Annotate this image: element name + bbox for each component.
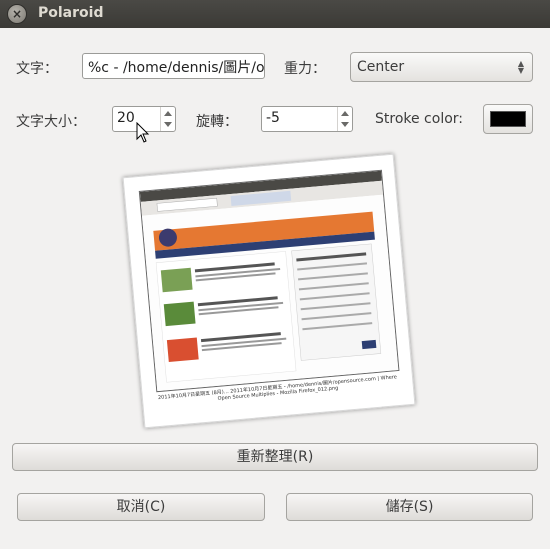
- save-button[interactable]: 儲存(S): [286, 493, 533, 521]
- mouse-cursor-icon: [136, 122, 150, 143]
- close-icon[interactable]: ×: [7, 4, 27, 24]
- text-label: 文字：: [16, 61, 58, 77]
- screenshot-thumbnail: [138, 169, 400, 393]
- spinner-arrows[interactable]: [337, 107, 352, 131]
- rotate-label: 旋轉：: [196, 114, 238, 130]
- text-input[interactable]: %c - /home/dennis/圖片/o: [82, 53, 265, 79]
- decrement-icon[interactable]: [341, 122, 349, 127]
- text-size-value: 20: [117, 110, 135, 126]
- stroke-color-label: Stroke color:: [375, 111, 464, 127]
- rotate-spinner[interactable]: -5: [261, 106, 353, 132]
- rotate-value: -5: [266, 110, 280, 126]
- cancel-button[interactable]: 取消(C): [17, 493, 265, 521]
- combo-arrows-icon: ▲ ▼: [517, 59, 524, 75]
- increment-icon[interactable]: [341, 111, 349, 116]
- gravity-label: 重力：: [284, 61, 326, 77]
- spinner-arrows[interactable]: [160, 107, 175, 131]
- decrement-icon[interactable]: [164, 122, 172, 127]
- refresh-button[interactable]: 重新整理(R): [12, 443, 538, 471]
- stroke-color-swatch: [490, 111, 526, 127]
- title-bar: × Polaroid: [0, 0, 550, 28]
- gravity-value: Center: [357, 59, 405, 75]
- polaroid-frame: 2011年10月7日星期五 (8月)… 2011年10月7日星期五 - /hom…: [122, 153, 416, 429]
- text-size-label: 文字大小：: [16, 114, 86, 130]
- stroke-color-button[interactable]: [483, 104, 533, 134]
- polaroid-preview: 2011年10月7日星期五 (8月)… 2011年10月7日星期五 - /hom…: [122, 153, 416, 429]
- increment-icon[interactable]: [164, 111, 172, 116]
- window-title: Polaroid: [38, 5, 104, 21]
- gravity-combo[interactable]: Center ▲ ▼: [350, 52, 533, 82]
